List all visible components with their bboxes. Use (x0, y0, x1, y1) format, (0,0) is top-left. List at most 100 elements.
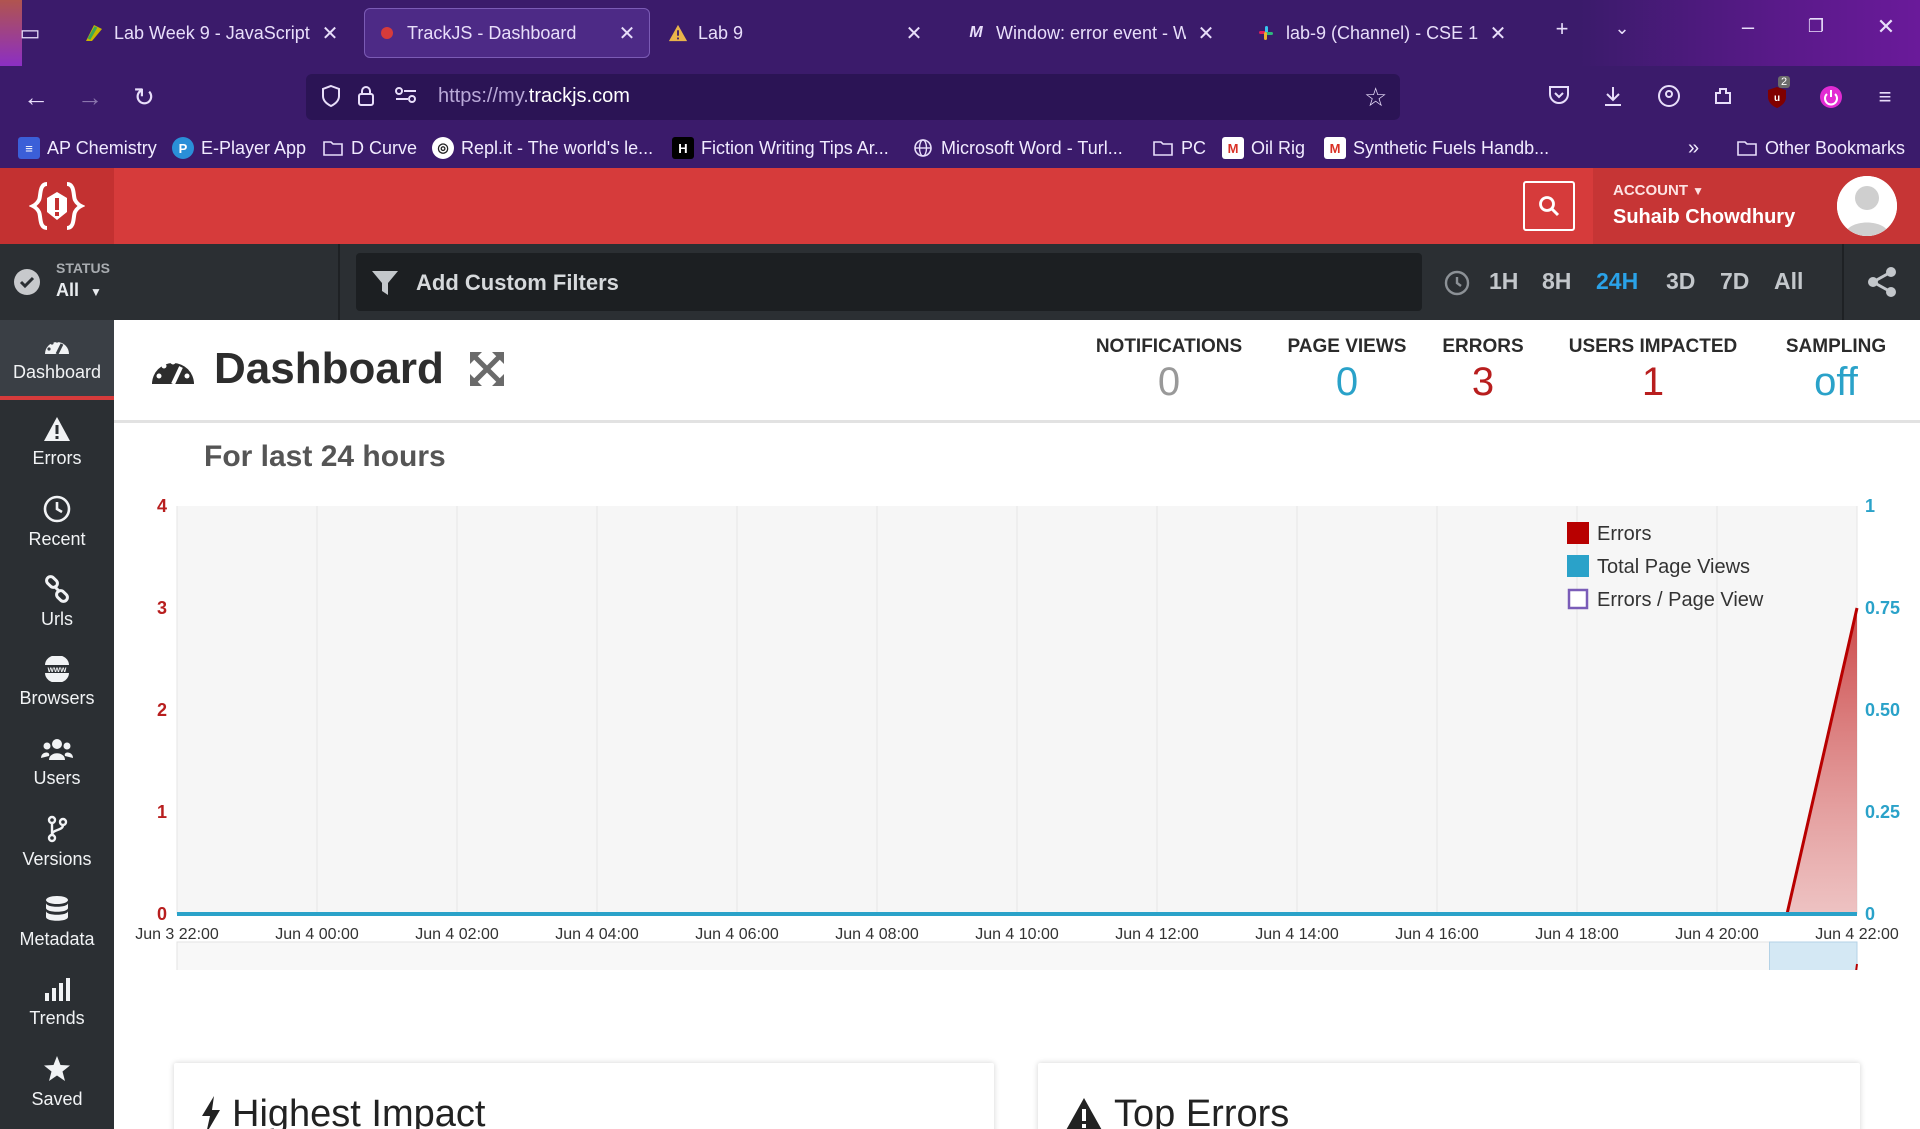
y-left-tick-label: 3 (157, 598, 167, 618)
custom-filter-input[interactable]: Add Custom Filters (356, 253, 1422, 311)
lock-icon[interactable] (356, 84, 376, 114)
forward-arrow-icon[interactable]: → (72, 80, 108, 114)
other-bookmarks[interactable]: Other Bookmarks (1736, 134, 1905, 162)
bookmark-item[interactable]: ◎ Repl.it - The world's le... (432, 134, 653, 162)
y-left-tick-label: 4 (157, 496, 167, 516)
tab-lab-9[interactable]: Lab 9 ✕ (656, 8, 936, 58)
trackjs-logo[interactable] (0, 168, 114, 244)
close-icon[interactable]: ✕ (617, 21, 637, 46)
account-menu[interactable]: ACCOUNT ▼ Suhaib Chowdhury (1593, 168, 1920, 244)
filter-placeholder: Add Custom Filters (416, 270, 619, 295)
svg-text:www: www (47, 665, 67, 674)
sidebar-item-trends[interactable]: Trends (0, 962, 114, 1042)
sidebar-item-label: Dashboard (12, 361, 102, 382)
reload-icon[interactable]: ↻ (126, 80, 162, 114)
legend-swatch (1567, 588, 1589, 610)
range-3d[interactable]: 3D (1666, 268, 1695, 295)
share-button[interactable] (1842, 244, 1920, 320)
x-tick-label: Jun 3 22:00 (135, 926, 219, 943)
close-icon[interactable]: ✕ (320, 21, 340, 46)
stat-notifications[interactable]: NOTIFICATIONS 0 (1089, 336, 1249, 405)
expand-arrows-icon[interactable] (468, 350, 506, 388)
errors-chart[interactable]: Jun 3 22:00 Jun 4 00:00 Jun 4 02:00 Jun 4 0… (114, 460, 1920, 970)
account-circle-icon[interactable] (1654, 84, 1684, 114)
bookmark-ap-icon: ≡ (18, 137, 40, 159)
url-text[interactable]: https://my.trackjs.com (438, 85, 630, 108)
stat-value: 1 (1641, 360, 1665, 404)
avatar[interactable] (1837, 176, 1897, 236)
bookmark-item[interactable]: M Oil Rig (1222, 134, 1305, 162)
close-icon[interactable]: ✕ (904, 21, 924, 46)
sidebar-item-metadata[interactable]: Metadata (0, 882, 114, 962)
ublock-icon[interactable]: u 2 (1762, 76, 1792, 116)
tab-lab-9-channel[interactable]: lab-9 (Channel) - CSE 110 ✕ (1244, 8, 1520, 58)
shield-icon[interactable] (320, 84, 342, 114)
sidebar-nav: Dashboard Errors Recent Urls www Browser… (0, 320, 114, 1129)
sidebar-item-users[interactable]: Users (0, 722, 114, 802)
restore-icon[interactable]: ❐ (1802, 16, 1830, 37)
minimize-icon[interactable]: – (1734, 14, 1762, 40)
sidebar-item-browsers[interactable]: www Browsers (0, 642, 114, 722)
window-close-icon[interactable]: ✕ (1872, 14, 1900, 40)
tab-window-error-event[interactable]: M Window: error event - Web ✕ (954, 8, 1228, 58)
stat-users-impacted[interactable]: USERS IMPACTED 1 (1563, 336, 1743, 405)
account-user-name: Suhaib Chowdhury (1613, 206, 1796, 228)
chevron-down-icon[interactable]: ⌄ (1608, 18, 1636, 39)
bookmark-label: D Curve (351, 137, 418, 158)
range-all[interactable]: All (1774, 268, 1803, 295)
gmail-icon: M (1324, 137, 1346, 159)
globe-icon (912, 137, 934, 159)
back-arrow-icon[interactable]: ← (18, 80, 54, 114)
pocket-icon[interactable] (1544, 84, 1574, 112)
tab-trackjs-dashboard[interactable]: TrackJS - Dashboard ✕ (364, 8, 650, 58)
range-7d[interactable]: 7D (1720, 268, 1749, 295)
trackjs-icon (377, 23, 397, 43)
hamburger-menu-icon[interactable]: ≡ (1870, 84, 1900, 110)
bookmark-item[interactable]: Microsoft Word - Turl... (912, 134, 1123, 162)
bolt-icon (202, 1095, 220, 1129)
y-right-tick-label: 0 (1865, 904, 1875, 924)
bookmark-item[interactable]: H Fiction Writing Tips Ar... (672, 134, 889, 162)
sidebar-item-versions[interactable]: Versions (0, 802, 114, 882)
power-extension-icon[interactable] (1816, 84, 1846, 116)
firefox-view-icon[interactable]: ▭ (12, 18, 48, 48)
new-tab-icon[interactable]: + (1548, 16, 1576, 42)
y-left-tick-label: 2 (157, 700, 167, 720)
range-1h[interactable]: 1H (1489, 268, 1518, 295)
close-icon[interactable]: ✕ (1488, 21, 1508, 46)
clock-icon (1444, 270, 1470, 301)
status-filter[interactable]: STATUS All ▼ (0, 244, 340, 320)
extensions-icon[interactable] (1708, 84, 1738, 114)
stat-errors[interactable]: ERRORS 3 (1438, 336, 1528, 405)
replit-icon: ◎ (432, 137, 454, 159)
range-8h[interactable]: 8H (1542, 268, 1571, 295)
x-tick-label: Jun 4 06:00 (695, 926, 779, 943)
bookmark-item[interactable]: ≡ AP Chemistry (18, 134, 157, 162)
tab-lab-week-9[interactable]: Lab Week 9 - JavaScript Err ✕ (72, 8, 352, 58)
sidebar-item-label: Trends (29, 1007, 85, 1028)
x-tick-label: Jun 4 14:00 (1255, 926, 1339, 943)
sidebar-item-errors[interactable]: Errors (0, 402, 114, 482)
range-24h[interactable]: 24H (1596, 268, 1638, 295)
permissions-icon[interactable] (394, 84, 418, 112)
sidebar-item-dashboard[interactable]: Dashboard (0, 320, 114, 400)
x-tick-label: Jun 4 12:00 (1115, 926, 1199, 943)
bookmark-item[interactable]: D Curve (322, 134, 417, 162)
more-bookmarks-chevron-icon[interactable]: » (1688, 134, 1699, 162)
url-bar[interactable]: https://my.trackjs.com ☆ (306, 74, 1400, 120)
download-icon[interactable] (1598, 84, 1628, 114)
status-value[interactable]: All ▼ (56, 280, 102, 301)
stat-sampling[interactable]: SAMPLING off (1781, 336, 1891, 405)
y-left-tick-label: 0 (157, 904, 167, 924)
close-icon[interactable]: ✕ (1196, 21, 1216, 46)
bookmark-item[interactable]: M Synthetic Fuels Handb... (1324, 134, 1549, 162)
search-button[interactable] (1523, 181, 1575, 231)
bookmark-item[interactable]: PC (1152, 134, 1206, 162)
bookmark-star-icon[interactable]: ☆ (1364, 82, 1387, 113)
stat-page-views[interactable]: PAGE VIEWS 0 (1277, 336, 1417, 405)
sidebar-item-recent[interactable]: Recent (0, 482, 114, 562)
sidebar-item-saved[interactable]: Saved (0, 1042, 114, 1122)
x-tick-label: Jun 4 00:00 (275, 926, 359, 943)
bookmark-item[interactable]: P E-Player App (172, 134, 306, 162)
sidebar-item-urls[interactable]: Urls (0, 562, 114, 642)
